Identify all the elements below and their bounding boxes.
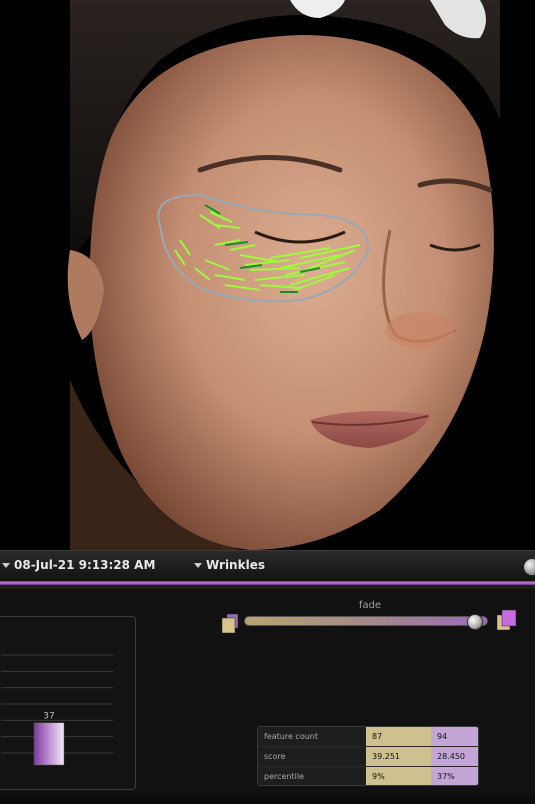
stats-row: percentile 9% 37% bbox=[258, 767, 478, 785]
stats-row: feature count 87 94 bbox=[258, 727, 478, 747]
chart-bar bbox=[33, 722, 65, 766]
face-photo bbox=[0, 0, 535, 550]
photo-viewport[interactable] bbox=[0, 0, 535, 550]
stats-label-cell: score bbox=[258, 747, 366, 766]
stats-b-cell: 37% bbox=[431, 767, 478, 785]
chart-data-labels: 37 bbox=[43, 712, 54, 722]
session-header: 08-Jul-21 9:13:28 AM Wrinkles bbox=[0, 550, 535, 582]
stats-a-cell: 39.251 bbox=[366, 747, 431, 766]
stats-label-cell: feature count bbox=[258, 727, 366, 746]
session-date-label: 08-Jul-21 9:13:28 AM bbox=[14, 558, 156, 572]
triangle-down-icon bbox=[2, 562, 10, 568]
stats-table: feature count 87 94 score 39.251 28.450 percen… bbox=[257, 726, 479, 786]
analysis-app: 08-Jul-21 9:13:28 AM Wrinkles 37 fade fe… bbox=[0, 0, 535, 804]
compare-swatch-tan[interactable] bbox=[221, 614, 239, 634]
compare-swatch-purple[interactable] bbox=[497, 609, 517, 631]
stats-a-cell: 87 bbox=[366, 727, 431, 746]
percentile-chart: 37 bbox=[0, 616, 136, 790]
panel-divider bbox=[0, 585, 535, 589]
circle-button-icon[interactable] bbox=[523, 558, 535, 576]
metric-label: Wrinkles bbox=[206, 558, 265, 572]
stats-a-cell: 9% bbox=[366, 767, 431, 785]
triangle-down-icon bbox=[194, 562, 202, 568]
chart-data-label: 37 bbox=[43, 712, 54, 722]
stats-label-cell: percentile bbox=[258, 767, 366, 785]
metric-dropdown[interactable]: Wrinkles bbox=[194, 558, 265, 572]
chart-canvas: 37 bbox=[1, 654, 113, 766]
session-date-dropdown[interactable]: 08-Jul-21 9:13:28 AM bbox=[2, 558, 155, 572]
bottom-strip bbox=[0, 796, 535, 804]
fade-label: fade bbox=[358, 600, 382, 611]
stats-b-cell: 94 bbox=[431, 727, 478, 746]
fade-slider-handle[interactable] bbox=[467, 614, 483, 630]
chart-bars bbox=[33, 722, 65, 766]
stats-row: score 39.251 28.450 bbox=[258, 747, 478, 767]
stats-b-cell: 28.450 bbox=[431, 747, 478, 766]
fade-slider-track[interactable] bbox=[244, 616, 488, 626]
